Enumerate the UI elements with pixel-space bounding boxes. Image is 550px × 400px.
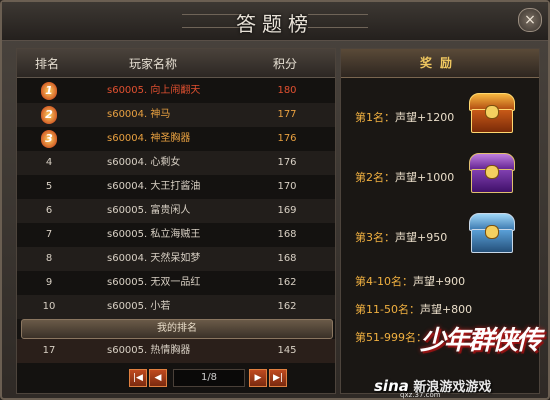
table-row[interactable]: 4 s60004. 心剩女 176: [17, 151, 335, 175]
site-domain: qxz.37.com: [400, 391, 441, 399]
ranking-table: 排名 玩家名称 积分 1 s60005. 向上闹翻天 180 2 s60004.…: [16, 48, 336, 394]
player-score: 180: [277, 85, 297, 96]
window-title: 答题榜: [236, 12, 314, 36]
player-rank: 7: [45, 229, 53, 240]
reward-item: 第3名：声望+950: [355, 231, 448, 244]
title-ornament-right: [308, 14, 368, 28]
gold-chest-icon: [469, 93, 515, 133]
table-row[interactable]: 1 s60005. 向上闹翻天 180: [17, 79, 335, 103]
my-rank-row: 17 s60005. 热情胸器 145: [17, 339, 335, 363]
first-page-button[interactable]: |◀: [129, 369, 147, 387]
player-rank: 6: [45, 205, 53, 216]
player-score: 162: [277, 277, 297, 288]
leaderboard-window: 答题榜 × 排名 玩家名称 积分 1 s60005. 向上闹翻天 180 2 s…: [0, 0, 550, 400]
player-score: 169: [277, 205, 297, 216]
player-score: 176: [277, 157, 297, 168]
player-name: s60005. 私立海贼王: [107, 229, 201, 240]
player-score: 168: [277, 253, 297, 264]
reward-item: 第1名：声望+1200: [355, 111, 455, 124]
player-name: s60005. 向上闹翻天: [107, 85, 201, 96]
player-score: 176: [277, 133, 297, 144]
rank-medal-icon: 2: [17, 103, 81, 128]
player-score: 177: [277, 109, 297, 120]
column-header-score: 积分: [273, 57, 298, 71]
column-header-rank: 排名: [35, 57, 60, 71]
player-rank: 4: [45, 157, 53, 168]
reward-item: 第51-999名：: [355, 331, 427, 344]
player-score: 170: [277, 181, 297, 192]
player-rank: 5: [45, 181, 53, 192]
column-header-name: 玩家名称: [129, 57, 178, 71]
table-row[interactable]: 2 s60004. 神马 177: [17, 103, 335, 127]
table-row[interactable]: 10 s60005. 小若 162: [17, 295, 335, 319]
table-row[interactable]: 6 s60005. 富贵闲人 169: [17, 199, 335, 223]
player-name: s60005. 无双一品红: [107, 277, 201, 288]
reward-item: 第11-50名：声望+800: [355, 303, 473, 316]
close-button[interactable]: ×: [518, 8, 542, 32]
player-name: s60005. 富贵闲人: [107, 205, 191, 216]
table-header: 排名 玩家名称 积分: [17, 49, 335, 78]
my-rank-label: 我的排名: [21, 319, 333, 339]
reward-item: 第4-10名：声望+900: [355, 275, 466, 288]
my-score: 145: [277, 345, 297, 356]
prev-page-button[interactable]: ◀: [149, 369, 167, 387]
game-logo: 少年群侠传: [420, 326, 542, 356]
table-row[interactable]: 9 s60005. 无双一品红 162: [17, 271, 335, 295]
blue-chest-icon: [469, 213, 515, 253]
rank-medal-icon: 1: [17, 79, 81, 104]
player-name: s60004. 神马: [107, 109, 171, 120]
page-indicator: 1/8: [173, 369, 245, 387]
my-rank: 17: [42, 345, 56, 356]
player-name: s60004. 天然呆如梦: [107, 253, 201, 264]
player-score: 168: [277, 229, 297, 240]
player-rank: 9: [45, 277, 53, 288]
table-row[interactable]: 8 s60004. 天然呆如梦 168: [17, 247, 335, 271]
table-row[interactable]: 5 s60004. 大王打酱油 170: [17, 175, 335, 199]
player-name: s60004. 大王打酱油: [107, 181, 201, 192]
reward-item: 第2名：声望+1000: [355, 171, 455, 184]
rank-medal-icon: 3: [17, 127, 81, 152]
player-name: s60004. 心剩女: [107, 157, 181, 168]
reward-header: 奖励: [341, 49, 539, 78]
title-bar: 答题榜 ×: [2, 2, 548, 41]
player-name: s60004. 神圣胸器: [107, 133, 191, 144]
player-score: 162: [277, 301, 297, 312]
purple-chest-icon: [469, 153, 515, 193]
player-name: s60005. 小若: [107, 301, 171, 312]
player-rank: 10: [42, 301, 56, 312]
next-page-button[interactable]: ▶: [249, 369, 267, 387]
last-page-button[interactable]: ▶|: [269, 369, 287, 387]
table-row[interactable]: 7 s60005. 私立海贼王 168: [17, 223, 335, 247]
table-row[interactable]: 3 s60004. 神圣胸器 176: [17, 127, 335, 151]
player-rank: 8: [45, 253, 53, 264]
my-name: s60005. 热情胸器: [107, 345, 191, 356]
